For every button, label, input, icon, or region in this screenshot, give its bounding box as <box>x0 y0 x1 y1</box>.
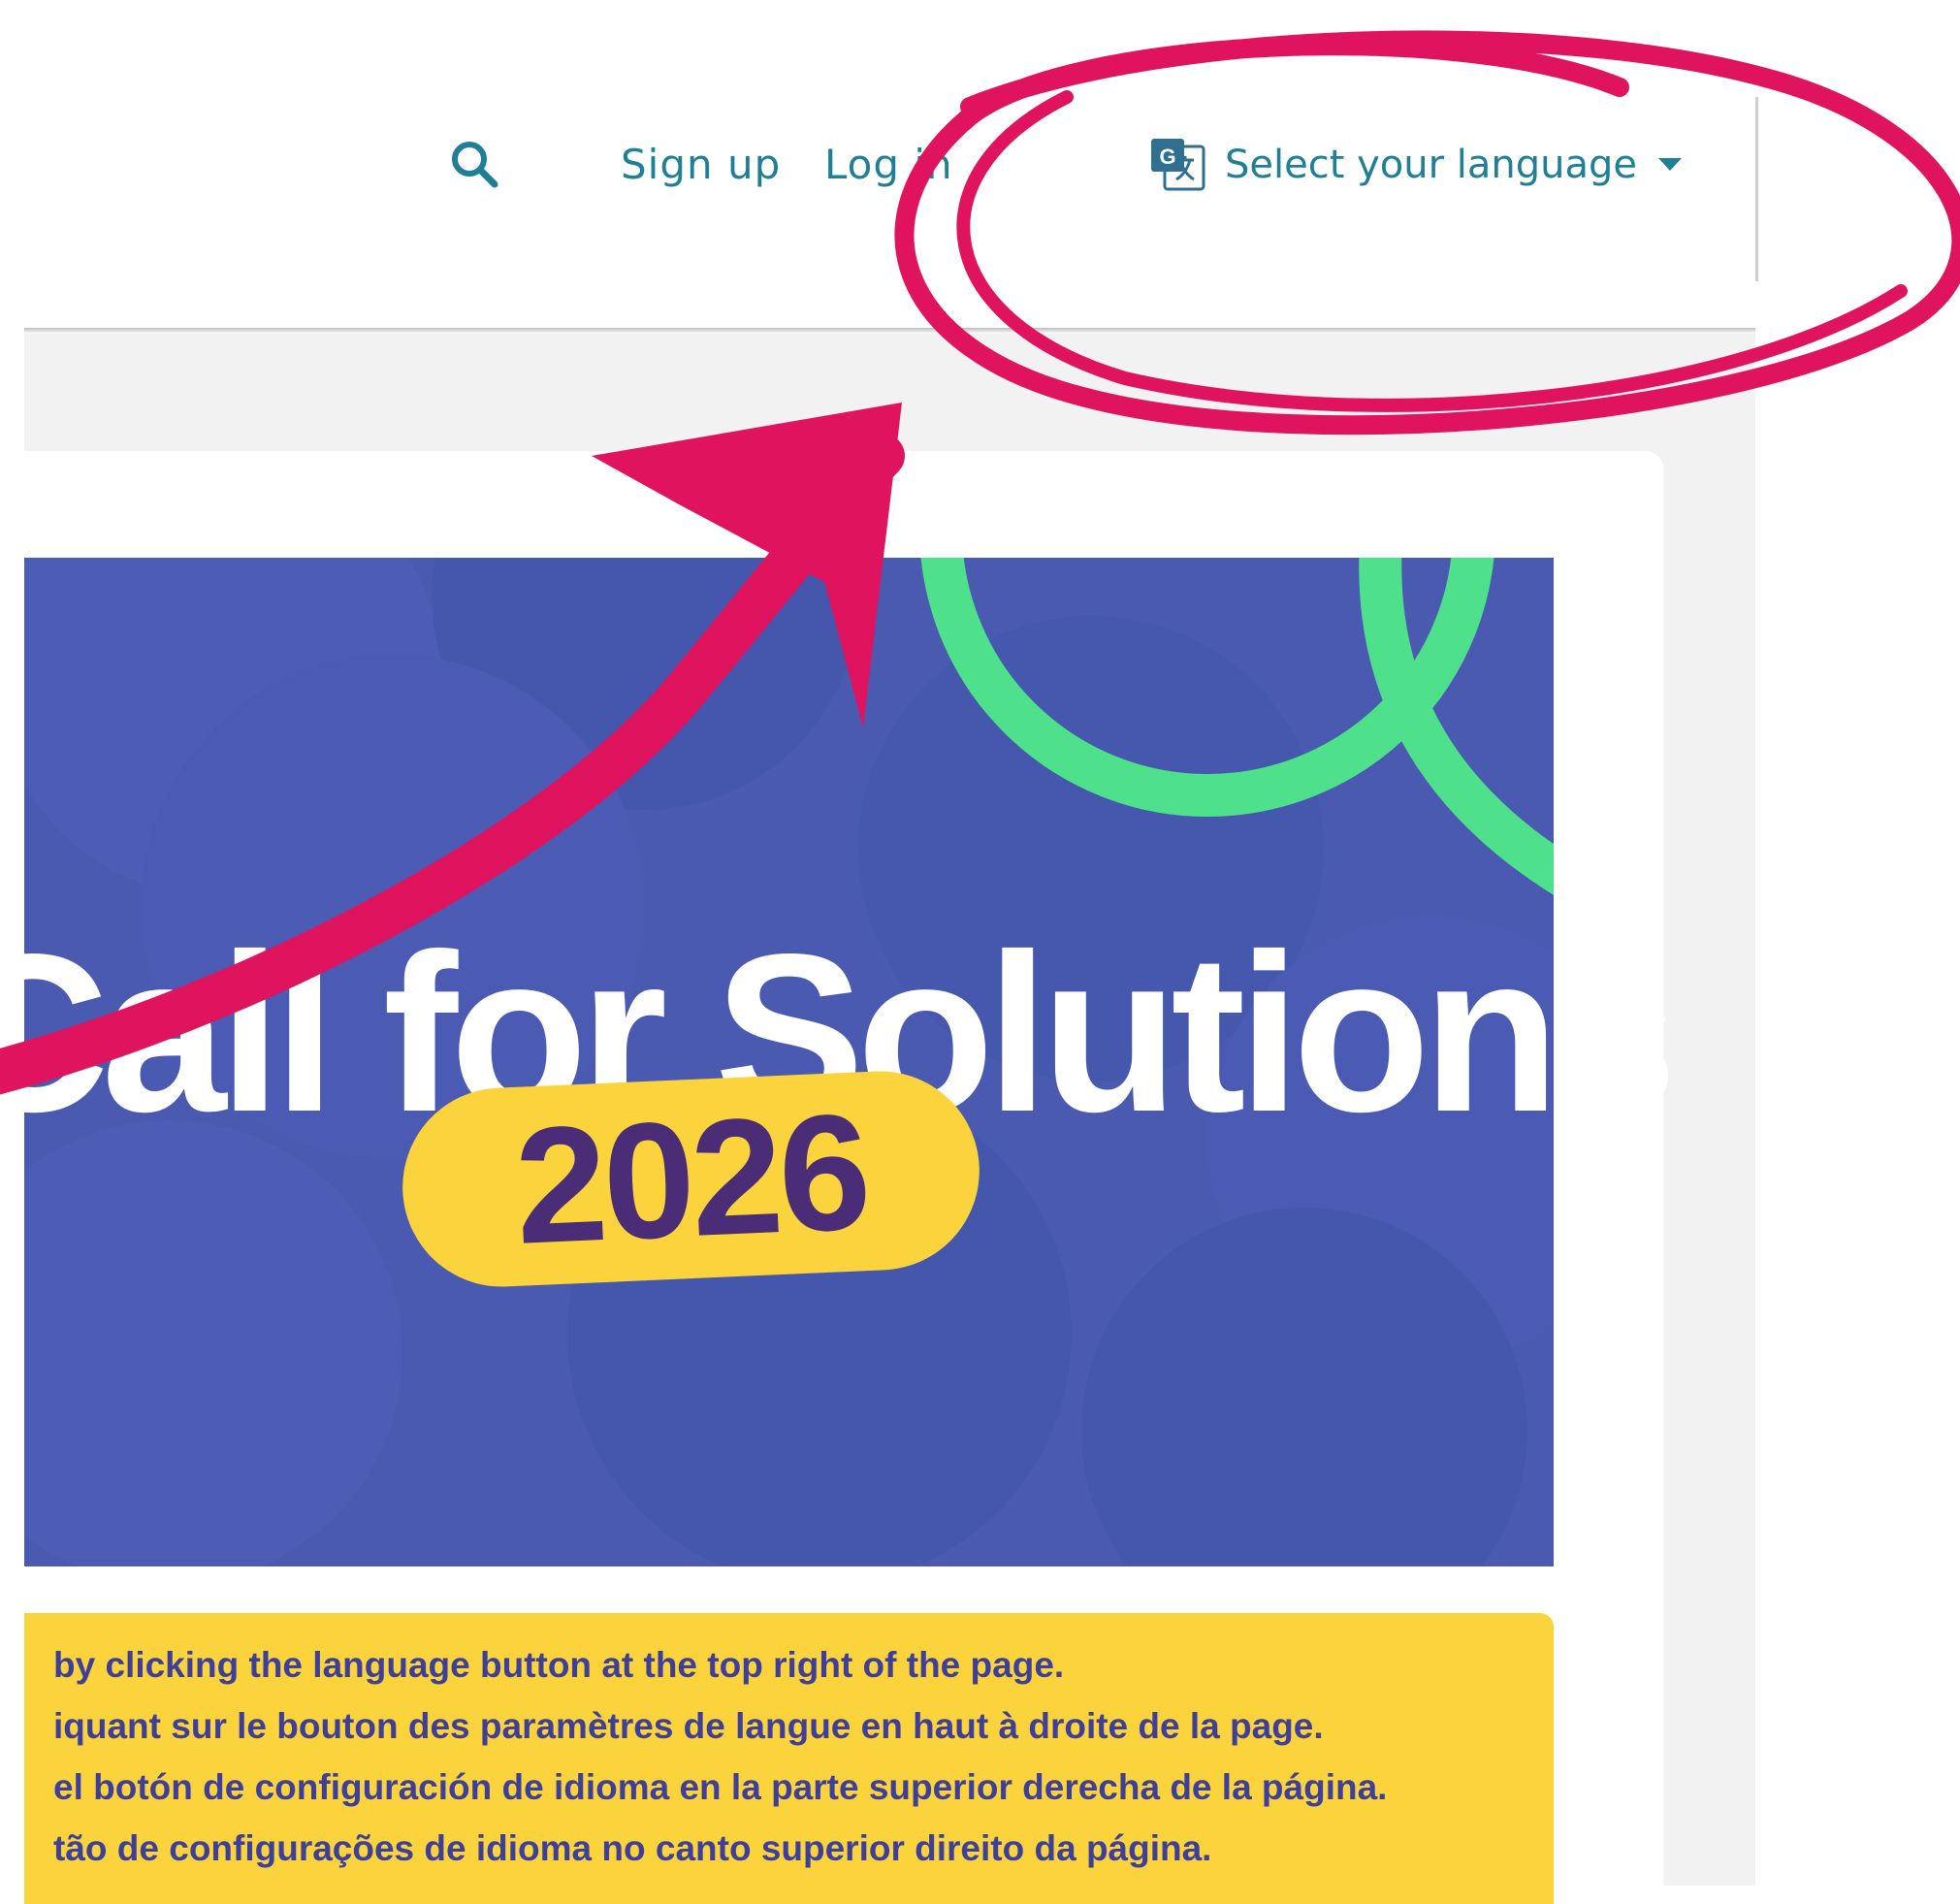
language-select-button[interactable]: G Select your language <box>1149 136 1682 194</box>
search-icon <box>446 136 504 194</box>
notice-line-en: by clicking the language button at the t… <box>53 1645 1064 1686</box>
notice-line-es: el botón de configuración de idioma en l… <box>53 1767 1387 1808</box>
log-in-link[interactable]: Log in <box>824 141 953 188</box>
notice-line-pt: tão de configurações de idioma no canto … <box>53 1828 1211 1869</box>
header-divider <box>24 328 1755 334</box>
sign-up-link[interactable]: Sign up <box>621 141 781 188</box>
language-notice: by clicking the language button at the t… <box>24 1613 1554 1904</box>
caret-down-icon <box>1658 158 1682 172</box>
year-text: 2026 <box>512 1089 870 1270</box>
notice-line-fr: iquant sur le bouton des paramètres de l… <box>53 1706 1324 1747</box>
language-button-label: Select your language <box>1225 143 1637 187</box>
translate-icon: G <box>1149 137 1207 193</box>
site-header: Sign up Log in G Select your language <box>0 0 1755 330</box>
svg-text:G: G <box>1159 145 1175 169</box>
year-badge: 2026 <box>399 1067 983 1291</box>
scrollbar[interactable] <box>1755 97 1758 281</box>
search-button[interactable] <box>446 136 504 194</box>
